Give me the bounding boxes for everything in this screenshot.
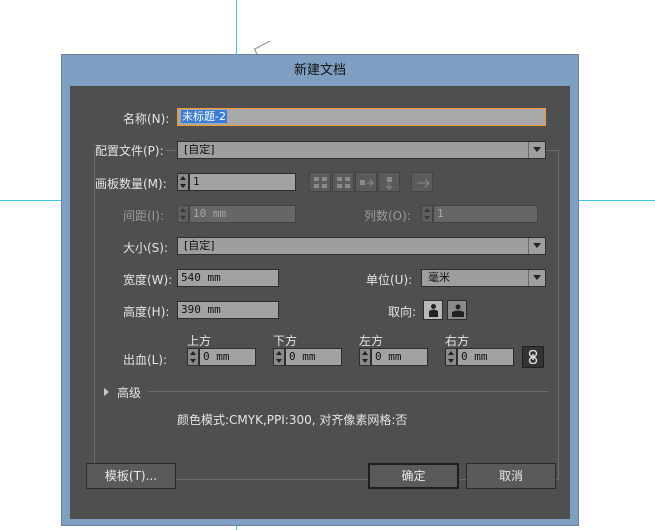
orientation-label: 取向: — [388, 305, 417, 319]
grid-by-row-icon[interactable] — [309, 172, 331, 192]
ok-button[interactable]: 确定 — [368, 463, 459, 489]
advanced-toggle[interactable]: 高级 — [117, 384, 141, 401]
document-info-text: 颜色模式:CMYK,PPI:300, 对齐像素网格:否 — [177, 413, 408, 427]
bleed-bottom-stepper[interactable] — [273, 348, 285, 366]
bleed-right-stepper[interactable] — [445, 348, 457, 366]
artboards-input[interactable]: 1 — [189, 173, 296, 191]
bleed-top-stepper[interactable] — [187, 348, 199, 366]
arrange-by-row-icon[interactable] — [355, 172, 377, 192]
chevron-down-icon — [528, 270, 545, 286]
profile-select[interactable]: [自定] — [177, 141, 546, 159]
link-icon[interactable] — [522, 346, 544, 368]
bleed-label: 出血(L): — [123, 353, 168, 367]
bleed-right-input[interactable]: 0 mm — [457, 348, 514, 366]
dialog-title: 新建文档 — [293, 63, 346, 78]
bleed-right-label: 右方 — [445, 334, 470, 348]
new-document-dialog: 新建文档 名称(N): 未标题-2 配置文件(P): [自定] 画板数量(M):… — [61, 54, 579, 526]
height-label: 高度(H): — [123, 305, 170, 319]
height-input[interactable]: 390 mm — [177, 301, 279, 319]
artboards-label: 画板数量(M): — [95, 177, 167, 191]
spacing-stepper[interactable] — [177, 205, 189, 223]
size-select-value: [自定] — [184, 239, 215, 252]
grid-by-column-icon[interactable] — [332, 172, 354, 192]
profile-select-value: [自定] — [184, 143, 215, 156]
size-select[interactable]: [自定] — [177, 237, 546, 255]
width-label: 宽度(W): — [123, 273, 173, 287]
bleed-bottom-label: 下方 — [273, 334, 298, 348]
chevron-down-icon — [528, 142, 545, 158]
units-select-value: 毫米 — [428, 271, 450, 284]
bleed-left-label: 左方 — [359, 334, 384, 348]
bleed-bottom-input[interactable]: 0 mm — [285, 348, 342, 366]
arrange-by-column-icon[interactable] — [378, 172, 400, 192]
columns-label: 列数(O): — [364, 209, 411, 223]
advanced-divider — [148, 391, 549, 392]
bleed-left-stepper[interactable] — [359, 348, 371, 366]
width-input[interactable]: 540 mm — [177, 269, 279, 287]
bleed-top-input[interactable]: 0 mm — [199, 348, 256, 366]
units-label: 单位(U): — [366, 273, 413, 287]
name-label: 名称(N): — [123, 112, 170, 126]
portrait-icon[interactable] — [423, 300, 443, 320]
disclosure-triangle-icon[interactable] — [104, 388, 109, 396]
units-select[interactable]: 毫米 — [421, 269, 546, 287]
templates-button[interactable]: 模板(T)... — [86, 463, 176, 489]
columns-input[interactable]: 1 — [433, 205, 538, 223]
landscape-icon[interactable] — [447, 300, 467, 320]
size-label: 大小(S): — [123, 241, 169, 255]
bleed-left-input[interactable]: 0 mm — [371, 348, 428, 366]
cancel-button[interactable]: 取消 — [466, 463, 556, 489]
spacing-input[interactable]: 10 mm — [189, 205, 296, 223]
profile-label: 配置文件(P): — [95, 142, 166, 159]
name-input-value: 未标题-2 — [181, 110, 227, 123]
name-input[interactable]: 未标题-2 — [177, 108, 546, 126]
columns-stepper[interactable] — [421, 205, 433, 223]
right-to-left-icon[interactable] — [411, 172, 433, 192]
artboards-stepper[interactable] — [177, 173, 189, 191]
bleed-top-label: 上方 — [187, 334, 212, 348]
chevron-down-icon — [528, 238, 545, 254]
dialog-body: 名称(N): 未标题-2 配置文件(P): [自定] 画板数量(M): 1 间距… — [70, 86, 570, 519]
spacing-label: 间距(I): — [123, 209, 164, 223]
